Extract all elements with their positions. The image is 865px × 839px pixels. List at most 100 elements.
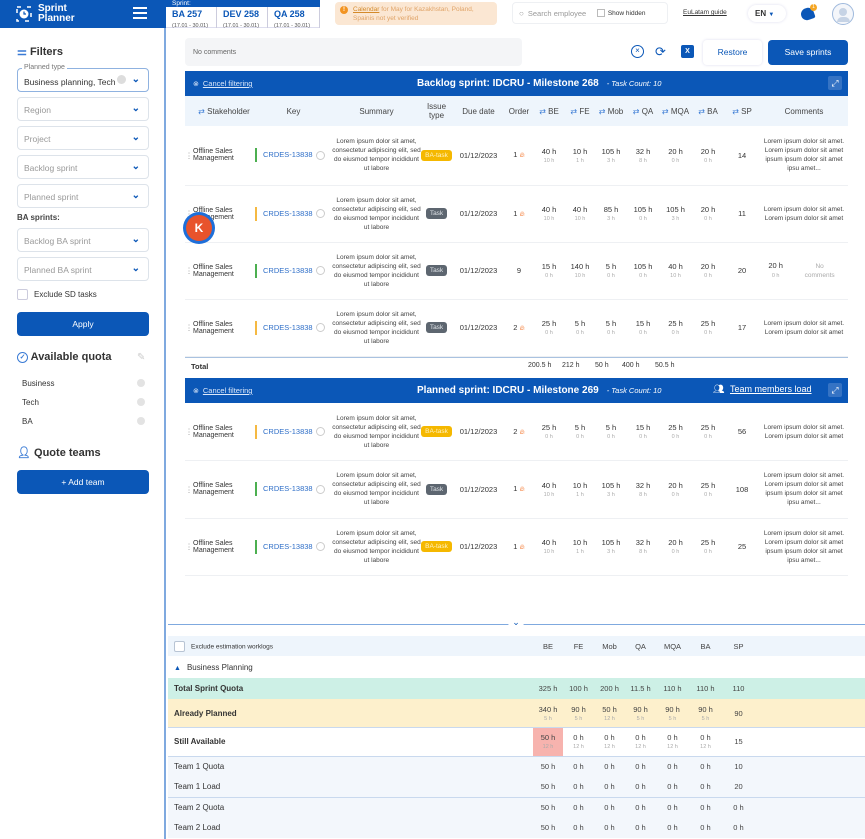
issue-key-link[interactable]: CRDES-13838 xyxy=(263,322,313,331)
calendar-link[interactable]: Calendar xyxy=(353,6,379,13)
quota-cell: 0 h xyxy=(573,782,584,791)
exclude-worklogs-checkbox[interactable] xyxy=(174,640,185,652)
column-header-summary: Summary xyxy=(332,96,421,126)
floating-user-bubble[interactable]: K xyxy=(183,212,215,244)
circle-icon[interactable] xyxy=(315,209,325,218)
fire-icon: 🔥︎ xyxy=(519,324,525,332)
sort-icon[interactable]: ⇄ xyxy=(539,107,546,116)
user-avatar[interactable] xyxy=(832,3,854,25)
expand-icon[interactable]: ⤢ xyxy=(828,76,842,90)
region-select[interactable]: Region ⌄ xyxy=(17,97,149,121)
table-row[interactable]: ⋮ Offline Sales Management CRDES-13838 Lore… xyxy=(185,126,848,186)
sort-icon[interactable]: ⇄ xyxy=(198,107,205,116)
drag-handle-icon[interactable]: ⋮ xyxy=(185,299,193,357)
quota-cell: 0 h xyxy=(667,803,678,812)
drag-handle-icon[interactable]: ⋮ xyxy=(185,518,193,576)
apply-button[interactable]: Apply xyxy=(17,312,149,336)
circle-icon[interactable] xyxy=(315,484,325,494)
table-row[interactable]: ⋮ Offline Sales Management CRDES-13838 Lore… xyxy=(185,518,848,576)
column-header-mqa[interactable]: ⇄ MQA xyxy=(659,96,692,126)
excel-export-icon[interactable]: X xyxy=(681,45,694,58)
issue-key-link[interactable]: CRDES-13838 xyxy=(263,265,313,274)
backlog-ba-sprint-select[interactable]: Backlog BA sprint ⌄ xyxy=(17,228,149,252)
users-icon: 👤︎ xyxy=(17,447,31,459)
table-row[interactable]: ⋮ Offline Sales Management CRDES-13838 Lore… xyxy=(185,242,848,300)
backlog-sprint-select[interactable]: Backlog sprint ⌄ xyxy=(17,155,149,179)
circle-icon[interactable] xyxy=(315,427,325,436)
save-sprints-button[interactable]: Save sprints xyxy=(768,40,848,65)
show-hidden-checkbox[interactable] xyxy=(596,9,605,17)
circle-icon[interactable] xyxy=(315,542,325,552)
quota-cell: 0 h 12 h xyxy=(573,733,584,751)
table-row[interactable]: ⋮ Offline Sales Management CRDES-13838 Lore… xyxy=(185,460,848,519)
drag-handle-icon[interactable]: ⋮ xyxy=(185,242,193,300)
drag-handle-icon[interactable]: ⋮ xyxy=(185,126,193,186)
expand-icon[interactable]: ⤢ xyxy=(828,383,842,397)
team-members-load-link[interactable]: Team members load xyxy=(730,384,812,394)
clear-icon[interactable] xyxy=(117,75,126,84)
sprint-tab-ba[interactable]: BA 257 (17.01 - 30.01) xyxy=(166,7,217,29)
language-select[interactable]: EN ▼ xyxy=(748,5,786,22)
planned-type-select[interactable]: Planned type Business planning, Tech ⌄ xyxy=(17,64,149,92)
sort-icon[interactable]: ⇄ xyxy=(698,107,705,116)
exclude-sd-label: Exclude SD tasks xyxy=(34,290,97,299)
issue-key-link[interactable]: CRDES-13838 xyxy=(263,208,313,217)
table-row[interactable]: ⋮ Offline Sales Management CRDES-13838 Lore… xyxy=(185,299,848,357)
issue-key-link[interactable]: CRDES-13838 xyxy=(263,150,313,159)
circle-icon[interactable] xyxy=(315,323,325,332)
planned-table-header: ⊗ Cancel filtering Planned sprint: IDCRU … xyxy=(185,378,848,403)
drag-handle-icon[interactable]: ⋮ xyxy=(185,403,193,461)
search-input[interactable]: Search employee xyxy=(528,9,594,18)
planned-ba-sprint-select[interactable]: Planned BA sprint ⌄ xyxy=(17,257,149,281)
cancel-filtering-link[interactable]: Cancel filtering xyxy=(203,79,253,88)
info-icon[interactable] xyxy=(137,398,145,406)
sort-icon[interactable]: ⇄ xyxy=(662,107,669,116)
column-header-be[interactable]: ⇄ BE xyxy=(533,96,565,126)
column-header-sp[interactable]: ⇄ SP xyxy=(724,96,760,126)
due-date-cell: 01/12/2023 xyxy=(452,242,505,300)
task-count: - Task Count: 10 xyxy=(606,386,662,395)
table-row[interactable]: ⋮ Offline Sales Management CRDES-13838 Lore… xyxy=(185,403,848,461)
column-header-fe[interactable]: ⇄ FE xyxy=(565,96,595,126)
circle-icon[interactable] xyxy=(315,150,325,160)
info-icon[interactable] xyxy=(137,379,145,387)
refresh-icon[interactable]: ⟳ xyxy=(655,44,666,60)
issue-key-link[interactable]: CRDES-13838 xyxy=(263,542,313,551)
issue-type-badge: Task xyxy=(425,322,448,333)
quota-cell: 0 h xyxy=(604,762,615,771)
add-team-button[interactable]: + Add team xyxy=(17,470,149,494)
filters-heading: ⚌ Filters xyxy=(17,46,63,58)
table-row[interactable]: ⋮ Offline Sales Management CRDES-13838 Lore… xyxy=(185,185,848,243)
quota-cell: 200 h xyxy=(600,684,619,693)
sort-icon[interactable]: ⇄ xyxy=(570,107,577,116)
clear-filter-icon[interactable]: × xyxy=(631,45,644,58)
quota-cell: 0 h xyxy=(667,823,678,833)
group-row[interactable]: ▲ Business Planning xyxy=(168,656,865,678)
project-select[interactable]: Project ⌄ xyxy=(17,126,149,150)
sprint-tab-dev[interactable]: DEV 258 (17.01 - 30.01) xyxy=(217,7,268,29)
sprint-tab-qa[interactable]: QA 258 (17.01 - 30.01) xyxy=(268,7,320,29)
planned-sprint-select[interactable]: Planned sprint ⌄ xyxy=(17,184,149,208)
issue-key-link[interactable]: CRDES-13838 xyxy=(263,484,313,493)
sort-icon[interactable]: ⇄ xyxy=(599,107,606,116)
caret-up-icon[interactable]: ▲ xyxy=(174,665,181,672)
column-header-mob[interactable]: ⇄ Mob xyxy=(595,96,627,126)
drag-handle-icon[interactable]: ⋮ xyxy=(185,460,193,519)
sort-icon[interactable]: ⇄ xyxy=(732,107,739,116)
column-header-stakeholder[interactable]: ⇄ Stakeholder xyxy=(193,96,255,126)
hamburger-menu-icon[interactable] xyxy=(133,7,147,19)
circle-icon[interactable] xyxy=(315,266,325,275)
exclude-sd-checkbox[interactable] xyxy=(17,289,28,300)
collapse-chevron-icon[interactable]: ⌄ xyxy=(508,617,524,630)
restore-button[interactable]: Restore xyxy=(703,40,762,65)
fire-icon: 🔥︎ xyxy=(519,210,525,218)
sort-icon[interactable]: ⇄ xyxy=(633,107,640,116)
info-icon[interactable] xyxy=(137,417,145,425)
guide-link[interactable]: EuLatam guide xyxy=(683,9,727,16)
column-header-qa[interactable]: ⇄ QA xyxy=(627,96,659,126)
comments-box[interactable]: No comments xyxy=(185,38,522,66)
issue-key-link[interactable]: CRDES-13838 xyxy=(263,426,313,435)
edit-pencil-icon[interactable]: ✎ xyxy=(137,352,145,363)
column-header-ba[interactable]: ⇄ BA xyxy=(692,96,724,126)
cancel-filtering-link[interactable]: Cancel filtering xyxy=(203,386,253,395)
